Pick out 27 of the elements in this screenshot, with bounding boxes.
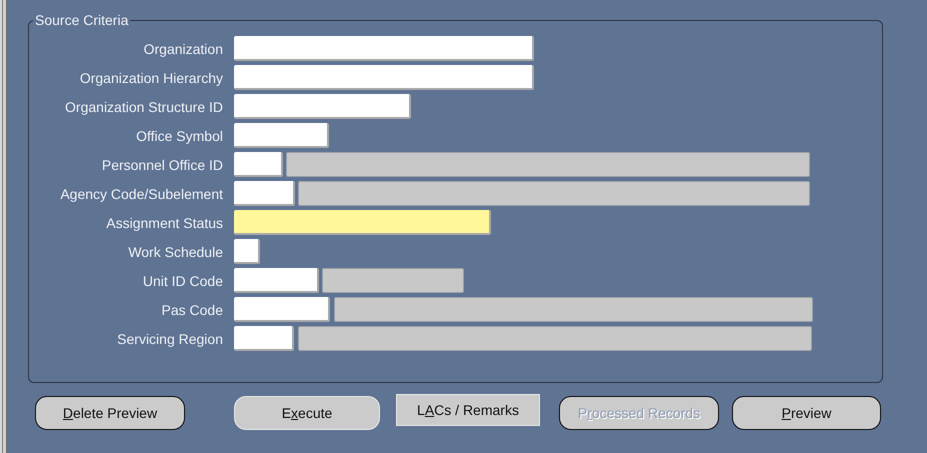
input-field[interactable] (234, 326, 294, 351)
input-field[interactable] (234, 181, 295, 206)
input-field[interactable] (234, 239, 260, 264)
input-field[interactable] (234, 210, 491, 235)
field-label: Office Symbol (135, 128, 224, 144)
field-label: Organization Structure ID (64, 98, 224, 114)
input-field[interactable] (234, 297, 330, 322)
input-field[interactable] (234, 268, 319, 293)
input-field[interactable] (234, 94, 411, 119)
field-label: Pas Code (160, 302, 224, 318)
field-label: Personnel Office ID (100, 156, 224, 172)
field-label: Servicing Region (116, 330, 224, 346)
action-button[interactable]: Preview (732, 396, 881, 430)
frame-title: Source Criteria (34, 12, 130, 28)
action-button[interactable]: LACs / Remarks (396, 394, 540, 426)
field-label: Agency Code/Subelement (59, 186, 224, 202)
action-button[interactable]: Execute (234, 396, 380, 430)
field-label: Organization Hierarchy (78, 70, 224, 86)
input-field[interactable] (234, 36, 534, 61)
input-field[interactable] (234, 123, 329, 148)
field-label: Organization (142, 40, 224, 56)
input-field[interactable] (234, 152, 283, 177)
field-label: Work Schedule (127, 244, 224, 260)
field-label: Unit ID Code (142, 272, 224, 288)
action-button[interactable]: Delete Preview (35, 396, 185, 430)
field-label: Assignment Status (105, 214, 224, 230)
input-field[interactable] (234, 65, 534, 90)
